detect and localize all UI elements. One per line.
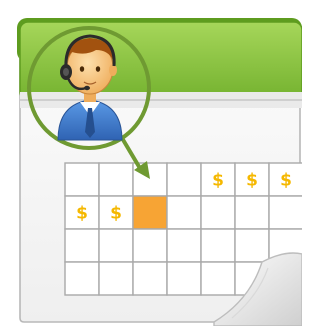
calendar-cell [64, 228, 100, 263]
dollar-sign-icon: $ [280, 171, 292, 191]
calendar-cell [268, 195, 302, 230]
calendar-cell [200, 228, 236, 263]
calendar-cell [98, 228, 134, 263]
dollar-sign-icon: $ [246, 171, 258, 191]
dollar-sign-icon: $ [212, 171, 224, 191]
calendar-cell [64, 261, 100, 296]
calendar-cell [166, 261, 202, 296]
calendar-cell [200, 195, 236, 230]
calendar-cell [98, 162, 134, 197]
calendar-cell [166, 195, 202, 230]
calendar-cell [98, 261, 134, 296]
highlighted-calendar-cell [132, 195, 168, 230]
calendar-cell [132, 228, 168, 263]
calendar-cell [234, 195, 270, 230]
dollar-sign-icon: $ [76, 204, 88, 224]
calendar-cell [64, 162, 100, 197]
dollar-sign-icon: $ [110, 204, 122, 224]
calendar-cell [200, 261, 236, 296]
calendar-cell [234, 228, 270, 263]
calendar-cell [166, 162, 202, 197]
calendar-agent-illustration: $ $ $ $ $ [17, 18, 302, 326]
calendar-cell [166, 228, 202, 263]
calendar-cell [132, 261, 168, 296]
calendar-icon: $ $ $ $ $ [17, 18, 302, 326]
